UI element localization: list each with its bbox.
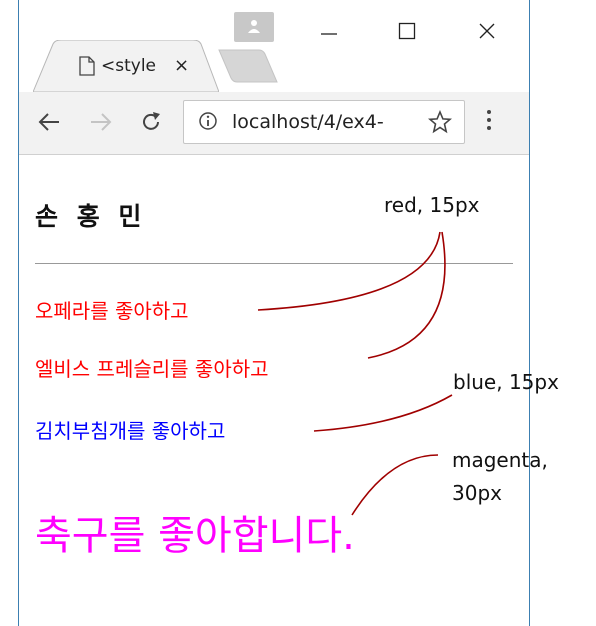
annotation-arrows [257,231,453,516]
annotation-magenta: magenta, [452,448,548,472]
annotation-red: red, 15px [384,193,480,217]
annotation-blue: blue, 15px [453,370,559,394]
arrow-magenta [351,454,439,516]
annotation-magenta-size: 30px [452,481,502,505]
arrow-blue [313,394,453,432]
arrow-red-1 [257,231,441,311]
